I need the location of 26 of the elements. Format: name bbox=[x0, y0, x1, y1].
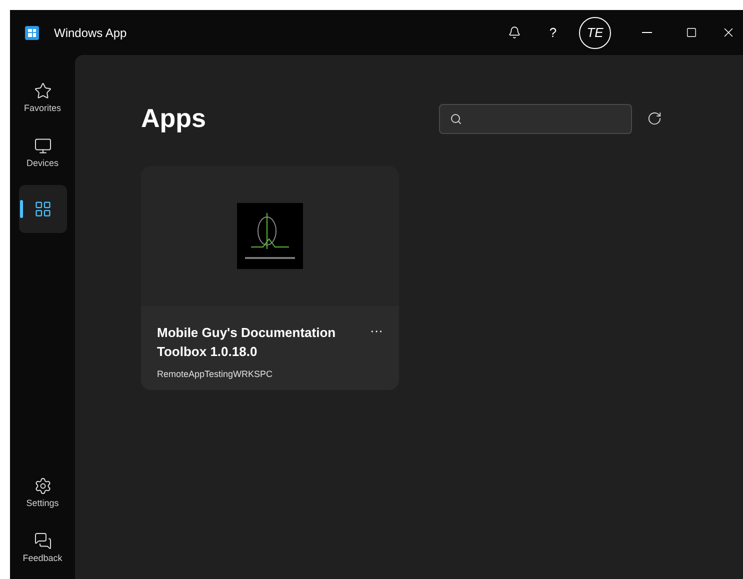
nav-item[interactable]: Feedback bbox=[18, 525, 66, 573]
apps-icon bbox=[34, 200, 52, 218]
nav-item[interactable]: Devices bbox=[18, 130, 66, 178]
maximize-icon bbox=[686, 27, 696, 38]
bell-icon bbox=[508, 26, 520, 39]
settings-icon bbox=[34, 477, 52, 496]
star-icon bbox=[34, 82, 52, 100]
app-logo-icon bbox=[25, 26, 39, 40]
app-logo-icon bbox=[237, 203, 303, 269]
more-button[interactable]: ··· bbox=[370, 323, 383, 339]
minimize-icon bbox=[642, 32, 652, 33]
nav-item[interactable]: Favorites bbox=[18, 75, 66, 123]
avatar-button[interactable]: TE bbox=[579, 16, 611, 48]
nav-item[interactable]: Settings bbox=[18, 470, 66, 518]
search-field[interactable] bbox=[439, 104, 632, 134]
refresh-icon bbox=[646, 111, 662, 126]
search-icon bbox=[450, 112, 462, 124]
monitor-icon bbox=[34, 137, 52, 156]
window-title: Windows App bbox=[54, 24, 127, 42]
help-button[interactable]: ? bbox=[541, 20, 565, 44]
app-card[interactable]: Mobile Guy's Documentation Toolbox 1.0.18.0 ··· RemoteAppTestingWRKSPC bbox=[141, 166, 399, 390]
app-name: Mobile Guy's Documentation Toolbox 1.0.18.0 bbox=[157, 324, 337, 361]
nav-item[interactable] bbox=[18, 185, 66, 233]
feedback-icon bbox=[34, 532, 52, 550]
page-title: Apps bbox=[141, 102, 207, 135]
workspace-name: RemoteAppTestingWRKSPC bbox=[156, 368, 274, 381]
